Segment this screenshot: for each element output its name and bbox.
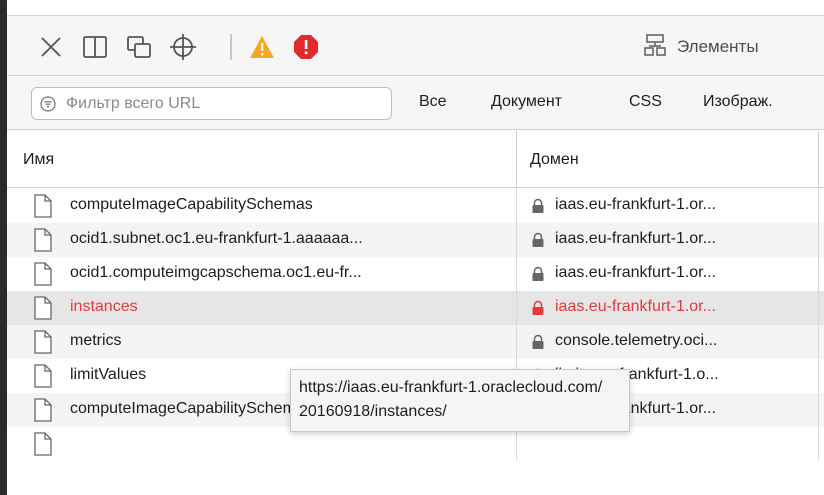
request-name: computeImageCapabilitySchemas [70,196,313,213]
table-row[interactable]: metrics console.telemetry.oci... [7,325,824,359]
request-domain: iaas.eu-frankfurt-1.or... [555,298,716,315]
request-domain: iaas.eu-frankfurt-1.or... [555,264,716,281]
type-filter-images[interactable]: Изображ. [703,93,773,111]
dock-split-icon[interactable] [81,33,109,61]
column-header-domain[interactable]: Домен [530,151,579,169]
undock-window-icon[interactable] [125,33,153,61]
table-row-selected[interactable]: instances iaas.eu-frankfurt-1.or... [7,291,824,325]
url-tooltip: https://iaas.eu-frankfurt-1.oraclecloud.… [290,369,630,432]
tooltip-line: 20160918/instances/ [299,403,447,420]
element-picker-icon[interactable] [169,33,197,61]
request-name: ocid1.subnet.oc1.eu-frankfurt-1.aaaaaa..… [70,230,363,247]
url-filter-input[interactable]: Фильтр всего URL [31,87,392,120]
type-filter-document[interactable]: Документ [491,93,562,111]
document-icon [33,398,53,422]
elements-tab-icon [643,33,667,62]
window-edge [0,0,7,495]
lock-icon [531,198,545,214]
request-name: limitValues [70,366,147,383]
document-icon [33,296,53,320]
lock-icon [531,334,545,350]
request-name: metrics [70,332,122,349]
document-icon [33,194,53,218]
top-strip [7,0,824,16]
lock-icon [531,300,545,316]
document-icon [33,432,53,456]
column-header-name[interactable]: Имя [23,151,54,169]
request-domain: console.telemetry.oci... [555,332,718,349]
type-filter-css[interactable]: CSS [629,93,662,111]
lock-icon [531,266,545,282]
network-filter-bar: Фильтр всего URL Все Документ CSS Изобра… [7,77,824,130]
tab-elements[interactable]: Элементы [643,33,759,61]
document-icon [33,364,53,388]
table-row[interactable]: computeImageCapabilitySchemas iaas.eu-fr… [7,189,824,223]
lock-icon [531,232,545,248]
error-icon[interactable] [292,33,320,61]
table-row[interactable] [7,427,824,461]
document-icon [33,228,53,252]
warning-icon[interactable] [248,33,276,61]
close-icon[interactable] [37,33,65,61]
table-row[interactable]: ocid1.computeimgcapschema.oc1.eu-fr... i… [7,257,824,291]
tooltip-line: https://iaas.eu-frankfurt-1.oraclecloud.… [299,379,603,396]
document-icon [33,262,53,286]
document-icon [33,330,53,354]
request-domain: iaas.eu-frankfurt-1.or... [555,196,716,213]
type-filter-all[interactable]: Все [419,93,447,111]
request-list: computeImageCapabilitySchemas iaas.eu-fr… [7,189,824,495]
request-name: instances [70,298,138,315]
elements-tab-label: Элементы [677,37,759,56]
filter-icon [40,96,56,112]
table-header: Имя Домен [7,131,824,188]
request-name: ocid1.computeimgcapschema.oc1.eu-fr... [70,264,362,281]
request-name: computeImageCapabilitySchemas [70,400,313,417]
request-domain: iaas.eu-frankfurt-1.or... [555,230,716,247]
filter-placeholder: Фильтр всего URL [66,95,201,112]
table-row[interactable]: ocid1.subnet.oc1.eu-frankfurt-1.aaaaaa..… [7,223,824,257]
devtools-toolbar: Элементы [7,16,824,76]
